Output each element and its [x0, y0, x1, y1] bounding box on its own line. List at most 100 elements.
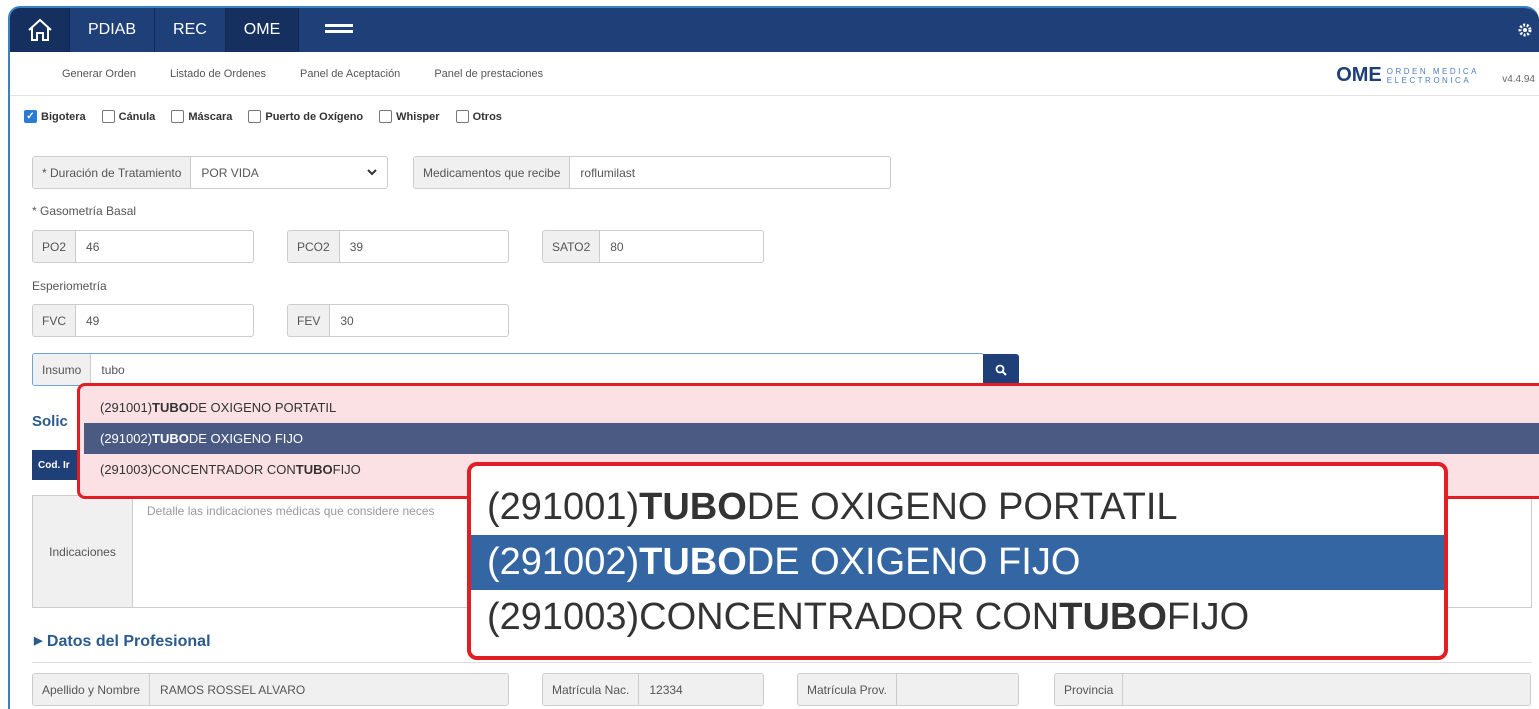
suggestion-post: FIJO: [332, 462, 361, 477]
fvc-group: FVC 49: [32, 304, 254, 337]
suggestion-item-selected[interactable]: (291002) TUBO DE OXIGENO FIJO: [84, 423, 1539, 454]
checkbox-checked-icon: ✓: [24, 110, 37, 123]
fev-input[interactable]: 30: [330, 305, 508, 336]
checkbox-mascara[interactable]: Máscara: [171, 110, 232, 123]
hamburger-icon: [325, 24, 354, 33]
insumo-search-input[interactable]: tubo: [91, 354, 983, 385]
duracion-value: POR VIDA: [201, 165, 259, 180]
zoom-suggestion-post: DE OXIGENO FIJO: [746, 541, 1081, 583]
checkbox-empty-icon: [171, 110, 185, 123]
suggestion-item[interactable]: (291001) TUBO DE OXIGENO PORTATIL: [84, 392, 1539, 423]
pco2-label: PCO2: [288, 231, 340, 262]
brand-logo: OME ORDEN MEDICA ELECTRONICA: [1336, 64, 1479, 87]
zoom-suggestion-match: TUBO: [639, 486, 747, 528]
insumo-search-button[interactable]: [983, 354, 1019, 385]
zoom-suggestion-pre: CONCENTRADOR CON: [639, 596, 1060, 638]
apellido-group: Apellido y Nombre RAMOS ROSSEL ALVARO: [32, 673, 509, 706]
provincia-label: Provincia: [1055, 674, 1124, 705]
tab-pdiab[interactable]: PDIAB: [70, 8, 156, 52]
checkbox-label: Otros: [472, 110, 502, 123]
zoom-suggestion-code: (291003): [487, 596, 640, 638]
checkbox-puerto-oxigeno[interactable]: Puerto de Oxígeno: [248, 110, 363, 123]
duracion-select[interactable]: POR VIDA: [191, 157, 387, 188]
suggestion-match: TUBO: [152, 400, 189, 415]
sato2-input[interactable]: 80: [600, 231, 763, 262]
checkbox-label: Whisper: [396, 110, 440, 123]
fvc-label: FVC: [33, 305, 76, 336]
suggestion-pre: CONCENTRADOR CON: [152, 462, 296, 477]
checkbox-label: Cánula: [118, 110, 156, 123]
apellido-label: Apellido y Nombre: [33, 674, 151, 705]
mat-prov-label: Matrícula Prov.: [798, 674, 897, 705]
fev-label: FEV: [288, 305, 331, 336]
pco2-group: PCO2 39: [287, 230, 509, 263]
profesional-section-header[interactable]: ▶ Datos del Profesional: [34, 633, 211, 651]
suggestion-match: TUBO: [295, 462, 333, 477]
tab-rec[interactable]: REC: [155, 8, 226, 52]
suggestion-post: DE OXIGENO FIJO: [188, 431, 304, 446]
checkbox-empty-icon: [101, 110, 115, 123]
gasometria-label: * Gasometría Basal: [32, 204, 137, 218]
brand-name: OME: [1336, 64, 1382, 86]
zoom-suggestion-post: DE OXIGENO PORTATIL: [746, 486, 1178, 528]
settings-button[interactable]: [1517, 22, 1533, 41]
subnav-panel-aceptacion[interactable]: Panel de Aceptación: [300, 68, 400, 80]
brand-subtitle-line2: ELECTRONICA: [1386, 75, 1472, 85]
mat-nac-label: Matrícula Nac.: [543, 674, 640, 705]
brand-subtitle: ORDEN MEDICA ELECTRONICA: [1387, 67, 1479, 85]
tab-ome[interactable]: OME: [225, 8, 300, 52]
sato2-group: SATO2 80: [542, 230, 764, 263]
checkbox-canula[interactable]: Cánula: [101, 110, 156, 123]
version-label: v4.4.94: [1502, 74, 1535, 85]
insumo-group: Insumo tubo: [32, 353, 984, 386]
indicaciones-label: Indicaciones: [33, 496, 133, 607]
duracion-tratamiento-group: * Duración de Tratamiento POR VIDA: [32, 156, 388, 189]
oxygen-interface-options: ✓ Bigotera Cánula Máscara Puerto de Oxíge…: [24, 110, 518, 123]
chevron-down-icon: [367, 169, 377, 176]
subnav-generar-orden[interactable]: Generar Orden: [62, 68, 136, 80]
suggestion-code: (291002): [100, 431, 153, 446]
checkbox-label: Puerto de Oxígeno: [265, 110, 364, 123]
zoom-suggestion-match: TUBO: [1059, 596, 1167, 638]
checkbox-otros[interactable]: Otros: [455, 110, 502, 123]
insumo-label: Insumo: [33, 354, 92, 385]
provincia-group: Provincia: [1054, 673, 1531, 706]
brand-subtitle-line1: ORDEN MEDICA: [1386, 66, 1479, 76]
mat-nac-group: Matrícula Nac. 12334: [542, 673, 764, 706]
suggestion-match: TUBO: [152, 431, 189, 446]
caret-right-icon: ▶: [34, 635, 43, 647]
medicamentos-group: Medicamentos que recibe roflumilast: [413, 156, 891, 189]
provincia-input[interactable]: [1123, 674, 1530, 705]
zoom-suggestion-post: FIJO: [1166, 596, 1250, 638]
home-button[interactable]: [10, 8, 70, 52]
checkbox-label: Máscara: [188, 110, 233, 123]
checkbox-bigotera[interactable]: ✓ Bigotera: [24, 110, 86, 123]
search-icon: [995, 364, 1007, 376]
divider: [32, 662, 1532, 663]
sub-navbar: Generar Orden Listado de Ordenes Panel d…: [10, 52, 1539, 96]
checkbox-whisper[interactable]: Whisper: [379, 110, 440, 123]
subnav-panel-prestaciones[interactable]: Panel de prestaciones: [434, 68, 543, 80]
mat-nac-input[interactable]: 12334: [639, 674, 763, 705]
apellido-input[interactable]: RAMOS ROSSEL ALVARO: [150, 674, 508, 705]
checkbox-empty-icon: [455, 110, 469, 123]
pco2-input[interactable]: 39: [340, 231, 508, 262]
zoom-suggestion-match: TUBO: [639, 541, 747, 583]
fvc-input[interactable]: 49: [76, 305, 253, 336]
zoom-suggestion-code: (291002): [487, 541, 640, 583]
fev-group: FEV 30: [287, 304, 509, 337]
medicamentos-input[interactable]: roflumilast: [570, 157, 890, 188]
suggestion-code: (291003): [100, 462, 153, 477]
po2-input[interactable]: 46: [76, 231, 253, 262]
solicitud-title: Solic: [32, 413, 68, 430]
po2-label: PO2: [33, 231, 77, 262]
checkbox-label: Bigotera: [41, 110, 86, 123]
menu-toggle-button[interactable]: [299, 8, 379, 52]
subnav-listado-ordenes[interactable]: Listado de Ordenes: [170, 68, 266, 80]
zoom-suggestion-item: (291001) TUBO DE OXIGENO PORTATIL: [471, 480, 1444, 535]
zoom-suggestion-code: (291001): [487, 486, 640, 528]
mat-prov-input[interactable]: [896, 674, 1018, 705]
zoom-suggestion-item: (291003) CONCENTRADOR CON TUBO FIJO: [471, 590, 1444, 645]
espirometria-label: Esperiometría: [32, 279, 107, 293]
indicaciones-textarea[interactable]: Detalle las indicaciones médicas que con…: [133, 496, 449, 607]
